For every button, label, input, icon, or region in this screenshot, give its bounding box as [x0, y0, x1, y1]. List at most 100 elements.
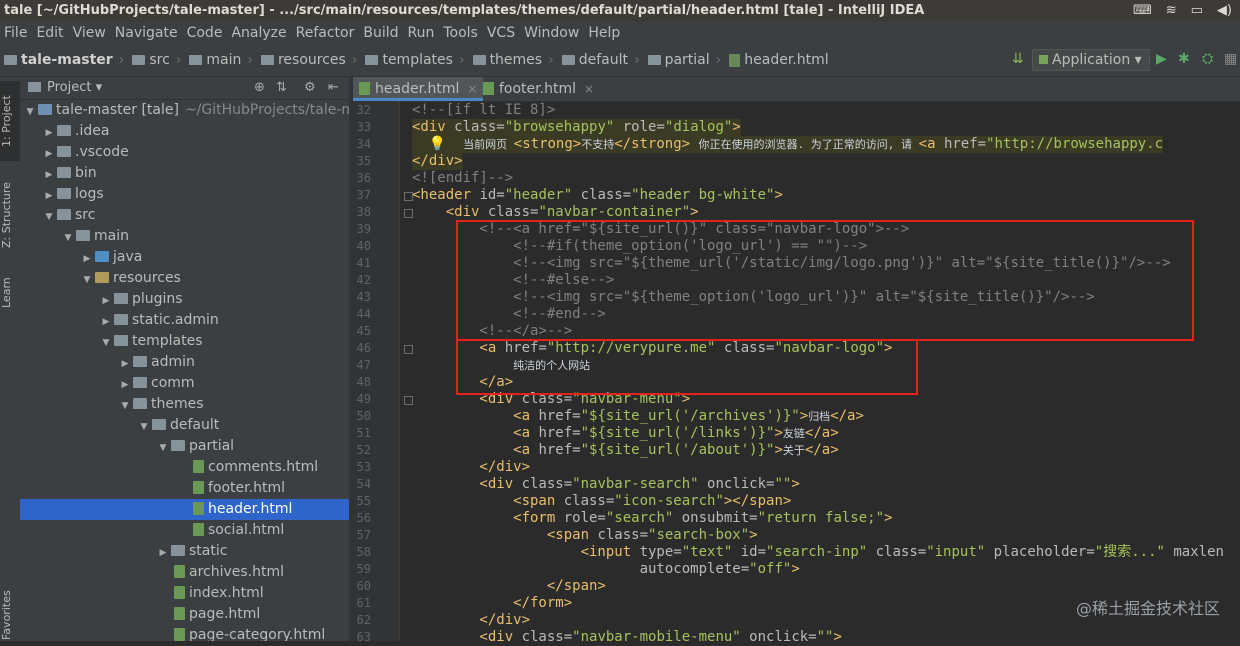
menu-tools[interactable]: Tools — [439, 22, 482, 44]
collapsed-arrow-icon[interactable]: ▶ — [43, 123, 55, 144]
collapsed-arrow-icon[interactable]: ▶ — [43, 144, 55, 165]
collapsed-arrow-icon[interactable]: ▶ — [81, 249, 93, 270]
breadcrumb-item[interactable]: partial › — [647, 44, 728, 76]
menu-view[interactable]: View — [69, 22, 110, 44]
collapsed-arrow-icon[interactable]: ▶ — [157, 543, 169, 564]
line-number: 51 — [356, 426, 371, 440]
tree-item[interactable]: index.html — [20, 583, 349, 604]
code-line: <div class="browsehappy" role="dialog"> — [412, 119, 741, 136]
tree-item[interactable]: ▶ static.admin — [20, 310, 349, 331]
locate-icon[interactable]: ⊕ — [254, 77, 265, 99]
collapsed-arrow-icon[interactable]: ▶ — [43, 165, 55, 186]
tree-item[interactable]: ▶ java — [20, 247, 349, 268]
code-token: > — [749, 527, 758, 543]
run-configuration-select[interactable]: Application ▾ — [1032, 49, 1150, 71]
breadcrumb-item[interactable]: src › — [132, 44, 187, 76]
collapsed-arrow-icon[interactable]: ▶ — [43, 186, 55, 207]
fold-marker-icon[interactable] — [404, 345, 413, 354]
tree-item[interactable]: ▼ tale-master [tale] ~/GitHubProjects/tale… — [20, 100, 349, 121]
tree-item[interactable]: ▶ .vscode — [20, 142, 349, 163]
menu-analyze[interactable]: Analyze — [227, 22, 290, 44]
tree-item[interactable]: ▼ templates — [20, 331, 349, 352]
structure-tool-tab[interactable]: Z: Structure — [0, 173, 20, 257]
tree-item[interactable]: ▼ main — [20, 226, 349, 247]
expanded-arrow-icon[interactable]: ▼ — [43, 207, 55, 228]
breadcrumb-item[interactable]: themes › — [472, 44, 560, 76]
menu-file[interactable]: File — [0, 22, 31, 44]
tree-item[interactable]: ▶ plugins — [20, 289, 349, 310]
tree-item[interactable]: footer.html — [20, 478, 349, 499]
breadcrumb-item[interactable]: tale-master › — [4, 44, 130, 76]
expanded-arrow-icon[interactable]: ▼ — [24, 102, 36, 123]
code-token: type= — [639, 544, 682, 560]
collapse-icon[interactable]: ⇅ — [276, 77, 287, 99]
tree-item[interactable]: ▶ .idea — [20, 121, 349, 142]
learn-tool-tab[interactable]: Learn — [0, 273, 20, 313]
battery-icon[interactable]: ▭ — [1191, 0, 1203, 22]
breadcrumb-item[interactable]: header.html — [729, 44, 829, 76]
menu-help[interactable]: Help — [584, 22, 624, 44]
menu-navigate[interactable]: Navigate — [111, 22, 182, 44]
breadcrumb-item[interactable]: resources › — [260, 44, 363, 76]
tree-item[interactable]: social.html — [20, 520, 349, 541]
build-icon[interactable]: ⇊ — [1012, 52, 1024, 66]
tree-item[interactable]: ▼ default — [20, 415, 349, 436]
fold-marker-icon[interactable] — [404, 209, 413, 218]
window-title: tale [~/GitHubProjects/tale-master] - ..… — [4, 3, 925, 18]
project-tool-tab[interactable]: 1: Project — [0, 81, 20, 161]
tree-item[interactable]: ▶ static — [20, 541, 349, 562]
code-line: <![endif]--> — [412, 170, 513, 187]
collapsed-arrow-icon[interactable]: ▶ — [100, 291, 112, 312]
expanded-arrow-icon[interactable]: ▼ — [138, 417, 150, 438]
tree-item[interactable]: ▶ logs — [20, 184, 349, 205]
breadcrumb-label: header.html — [744, 52, 829, 68]
collapsed-arrow-icon[interactable]: ▶ — [119, 375, 131, 396]
tree-item[interactable]: page.html — [20, 604, 349, 625]
keyboard-icon[interactable]: ⌨ — [1133, 0, 1152, 22]
wifi-icon[interactable]: ≋ — [1166, 0, 1177, 22]
expanded-arrow-icon[interactable]: ▼ — [119, 396, 131, 417]
menu-code[interactable]: Code — [183, 22, 227, 44]
close-tab-icon[interactable]: × — [584, 82, 594, 96]
tree-item[interactable]: ▼ src — [20, 205, 349, 226]
breadcrumb-item[interactable]: default › — [561, 44, 646, 76]
favorites-tool-tab[interactable]: Favorites — [0, 587, 20, 643]
coverage-icon[interactable]: ⛭ — [1202, 52, 1213, 66]
breadcrumb-item[interactable]: templates › — [365, 44, 470, 76]
tree-item[interactable]: header.html — [20, 499, 349, 520]
menu-edit[interactable]: Edit — [32, 22, 67, 44]
tree-item[interactable]: ▼ partial — [20, 436, 349, 457]
project-view-select[interactable]: Project ▾ — [47, 80, 102, 95]
tree-item[interactable]: ▼ themes — [20, 394, 349, 415]
expanded-arrow-icon[interactable]: ▼ — [100, 333, 112, 354]
fold-marker-icon[interactable] — [404, 396, 413, 405]
run-icon[interactable]: ▶ — [1156, 52, 1167, 66]
tree-item[interactable]: ▶ comm — [20, 373, 349, 394]
collapsed-arrow-icon[interactable]: ▶ — [100, 312, 112, 333]
tree-item[interactable]: ▶ admin — [20, 352, 349, 373]
breadcrumb-item[interactable]: main › — [189, 44, 259, 76]
hide-panel-icon[interactable]: ⇤ — [328, 77, 339, 99]
tree-item[interactable]: page-category.html — [20, 625, 349, 641]
editor-tab[interactable]: footer.html × — [477, 77, 600, 101]
fold-marker-icon[interactable] — [404, 192, 413, 201]
tree-item[interactable]: ▼ resources — [20, 268, 349, 289]
tree-item[interactable]: ▶ bin — [20, 163, 349, 184]
debug-icon[interactable]: ✱ — [1178, 52, 1190, 66]
menu-window[interactable]: Window — [520, 22, 583, 44]
expanded-arrow-icon[interactable]: ▼ — [81, 270, 93, 291]
expanded-arrow-icon[interactable]: ▼ — [62, 228, 74, 249]
collapsed-arrow-icon[interactable]: ▶ — [119, 354, 131, 375]
volume-icon[interactable]: ◀) — [1217, 0, 1232, 22]
close-tab-icon[interactable]: × — [467, 82, 477, 96]
editor-tab[interactable]: header.html × — [353, 77, 484, 101]
more-icon[interactable]: ▦ — [1224, 52, 1237, 66]
tree-item[interactable]: archives.html — [20, 562, 349, 583]
menu-refactor[interactable]: Refactor — [292, 22, 359, 44]
tree-item[interactable]: comments.html — [20, 457, 349, 478]
menu-vcs[interactable]: VCS — [483, 22, 519, 44]
expanded-arrow-icon[interactable]: ▼ — [157, 438, 169, 459]
gear-icon[interactable]: ⚙ — [304, 77, 316, 99]
menu-build[interactable]: Build — [359, 22, 402, 44]
menu-run[interactable]: Run — [404, 22, 439, 44]
